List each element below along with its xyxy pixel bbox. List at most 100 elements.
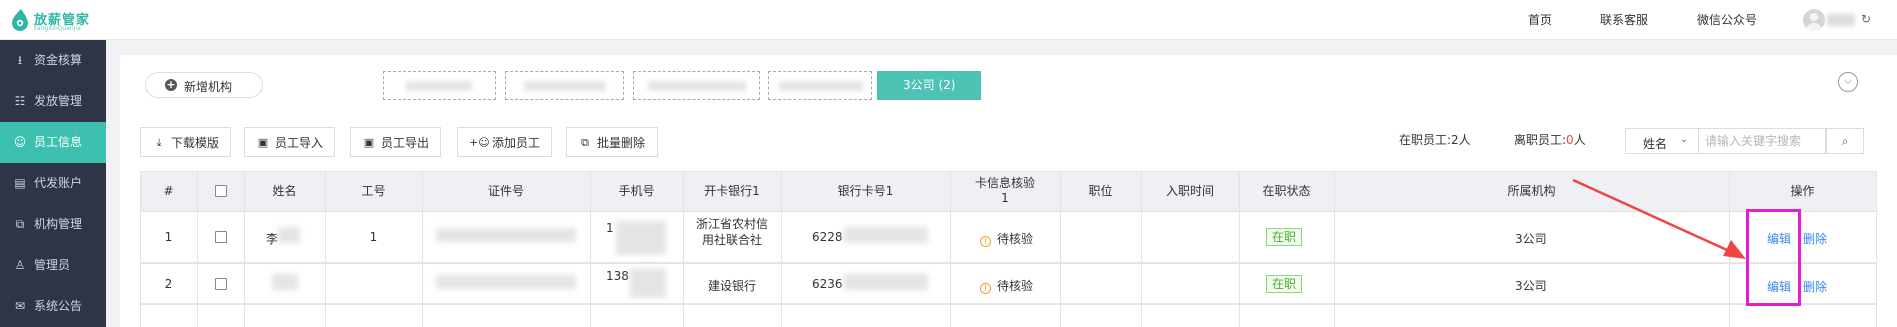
col-header-phone: 手机号 [618, 183, 655, 198]
user-name-blurred [1827, 14, 1855, 26]
left-employees-count: 0 [1566, 133, 1574, 147]
search-button[interactable]: ⌕ [1826, 128, 1864, 154]
batch-delete-button[interactable]: ⧉ 批量删除 [566, 127, 658, 157]
sidebar-item-org-management[interactable]: ⧉ 机构管理 [0, 204, 106, 245]
delete-link[interactable]: 删除 [1803, 230, 1827, 247]
batch-delete-label: 批量删除 [597, 136, 646, 150]
document-search-icon: ☷ [14, 94, 26, 108]
import-employees-label: 员工导入 [275, 136, 324, 150]
search-icon: ⌕ [1841, 134, 1849, 148]
sidebar-item-payout-management[interactable]: ☷ 发放管理 [0, 81, 106, 122]
name-blurred [278, 227, 300, 243]
bank-icon: ⭳ [17, 53, 23, 67]
select-all-checkbox[interactable] [214, 185, 227, 197]
logout-icon[interactable]: ↻ [1861, 12, 1871, 26]
left-employees-label: 离职员工: [1514, 133, 1567, 147]
active-employees-label: 在职员工: [1399, 133, 1452, 147]
org-tab-active[interactable]: 3公司 (2) [877, 71, 981, 100]
status-badge: 在职 [1266, 275, 1303, 293]
warning-icon: ! [980, 236, 991, 247]
col-header-status: 在职状态 [1262, 183, 1311, 198]
org-name: 3公司 [1515, 232, 1547, 246]
download-template-label: 下载模版 [171, 136, 220, 150]
org-tab[interactable] [633, 71, 760, 100]
add-org-button[interactable]: + 新增机构 [145, 72, 263, 98]
leaf-logo-icon [12, 9, 28, 31]
sidebar-item-system-notice[interactable]: ✉ 系统公告 [0, 286, 106, 327]
sidebar-item-employee-info[interactable]: ☺ 员工信息 [0, 122, 106, 163]
nav-home-link[interactable]: 首页 [1528, 0, 1552, 40]
sidebar-item-label: 管理员 [34, 258, 71, 272]
id-no-blurred [436, 275, 576, 289]
sidebar-item-label: 系统公告 [34, 299, 83, 313]
org-tab[interactable] [768, 71, 872, 100]
org-tab[interactable] [505, 71, 624, 100]
search-field-select[interactable]: 姓名 ⌄ [1625, 128, 1699, 154]
id-no-blurred [436, 228, 576, 242]
employee-name: 李 [266, 232, 279, 246]
sidebar-item-label: 机构管理 [34, 217, 83, 231]
employee-no: 1 [369, 230, 378, 244]
folder-import-icon: ▣ [257, 136, 269, 149]
chevron-down-icon[interactable]: ⌵ [1838, 72, 1858, 92]
delete-link[interactable]: 删除 [1803, 278, 1827, 295]
row-checkbox[interactable] [215, 278, 227, 290]
batch-delete-icon: ⧉ [581, 136, 589, 149]
col-header-hire-date: 入职时间 [1165, 183, 1214, 198]
phone-blurred [630, 268, 666, 298]
card-no-blurred [844, 227, 928, 243]
bank-name: 浙江省农村信用社联合社 [695, 217, 768, 247]
download-template-button[interactable]: ⤓ 下载模版 [140, 127, 231, 157]
top-header: 放薪管家 FangXinGuanJia 首页 联系客服 微信公众号 ↻ [0, 0, 1897, 40]
card-no-blurred [844, 274, 928, 290]
col-header-card-verify: 卡信息核验1 [974, 176, 1035, 205]
brand-logo[interactable]: 放薪管家 FangXinGuanJia [6, 6, 126, 34]
phone-blurred [616, 221, 666, 255]
search-input[interactable] [1699, 128, 1826, 154]
verify-status: ! 待核验 [980, 230, 1033, 247]
col-header-actions: 操作 [1790, 183, 1815, 198]
col-header-position: 职位 [1088, 183, 1113, 198]
sidebar-item-admin[interactable]: ♙ 管理员 [0, 245, 106, 286]
chevron-down-icon: ⌄ [1680, 134, 1689, 145]
col-header-org: 所属机构 [1507, 183, 1556, 198]
phone: 1 [606, 221, 614, 235]
col-header-select[interactable] [197, 171, 244, 211]
employee-table: # 姓名 工号 证件号 手机号 开卡银行1 银行卡号1 卡信息核验1 职位 入职… [140, 171, 1877, 327]
col-header-bank: 开卡银行1 [704, 183, 760, 198]
person-icon: ☺ [13, 135, 27, 149]
org-tab[interactable] [383, 71, 496, 100]
col-header-emp-no: 工号 [361, 183, 386, 198]
user-icon: ♙ [14, 258, 26, 272]
export-employees-button[interactable]: ▣ 员工导出 [350, 127, 441, 157]
add-user-icon: +☺ [469, 136, 490, 149]
copy-icon: ⧉ [15, 217, 25, 231]
export-employees-label: 员工导出 [381, 136, 430, 150]
plus-icon: + [165, 78, 177, 91]
notice-icon: ✉ [14, 299, 26, 313]
import-employees-button[interactable]: ▣ 员工导入 [244, 127, 335, 157]
left-employees-unit: 人 [1573, 133, 1586, 147]
nav-customer-service-link[interactable]: 联系客服 [1600, 0, 1648, 40]
sidebar-item-payout-account[interactable]: ▤ 代发账户 [0, 163, 106, 204]
sidebar-item-fund-accounting[interactable]: ⭳ 资金核算 [0, 40, 106, 81]
add-employee-button[interactable]: +☺ 添加员工 [457, 127, 552, 157]
verify-status: ! 待核验 [980, 277, 1033, 294]
add-org-label: 新增机构 [184, 80, 233, 94]
row-index: 2 [164, 277, 173, 291]
col-header-id-no: 证件号 [487, 183, 524, 198]
left-employees-stat: 离职员工:0人 [1514, 131, 1586, 148]
download-icon: ⤓ [156, 136, 162, 149]
active-employees-stat: 在职员工:2人 [1399, 131, 1471, 148]
col-header-name: 姓名 [272, 183, 297, 198]
row-index: 1 [164, 230, 173, 244]
sidebar-item-label: 发放管理 [34, 94, 83, 108]
nav-wechat-link[interactable]: 微信公众号 [1697, 0, 1757, 40]
row-checkbox[interactable] [215, 231, 227, 243]
phone: 138 [606, 269, 629, 283]
brand-subtitle: FangXinGuanJia [34, 25, 81, 32]
folder-export-icon: ▣ [363, 136, 375, 149]
user-avatar[interactable] [1803, 9, 1825, 31]
col-header-index: # [163, 183, 174, 198]
sidebar-item-label: 员工信息 [34, 135, 83, 149]
